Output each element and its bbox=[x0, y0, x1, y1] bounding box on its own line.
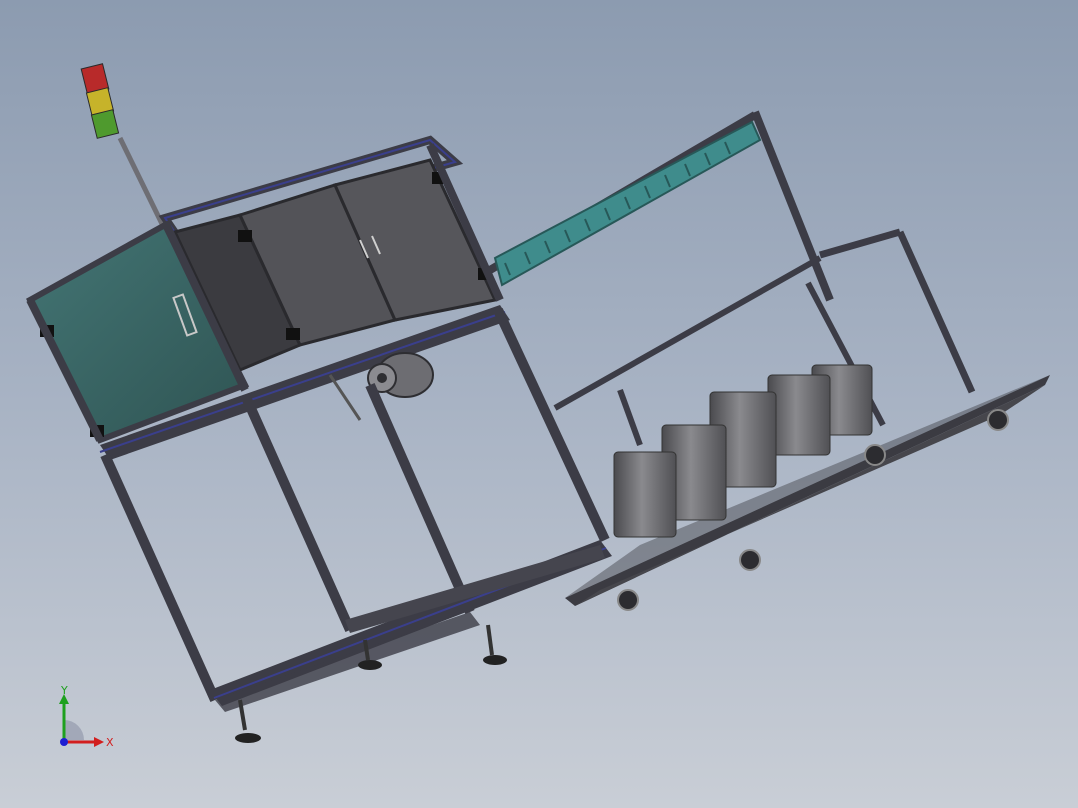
signal-tower[interactable] bbox=[80, 63, 167, 230]
cad-viewport[interactable]: Y X bbox=[0, 0, 1078, 808]
assembly-model[interactable] bbox=[0, 0, 1078, 808]
cabinet[interactable] bbox=[26, 135, 510, 460]
conveyor-rollers[interactable] bbox=[493, 120, 762, 287]
y-axis-label: Y bbox=[60, 684, 68, 697]
x-axis-label: X bbox=[106, 736, 114, 749]
axis-triad: Y X bbox=[59, 684, 114, 749]
z-axis-icon bbox=[60, 738, 68, 746]
